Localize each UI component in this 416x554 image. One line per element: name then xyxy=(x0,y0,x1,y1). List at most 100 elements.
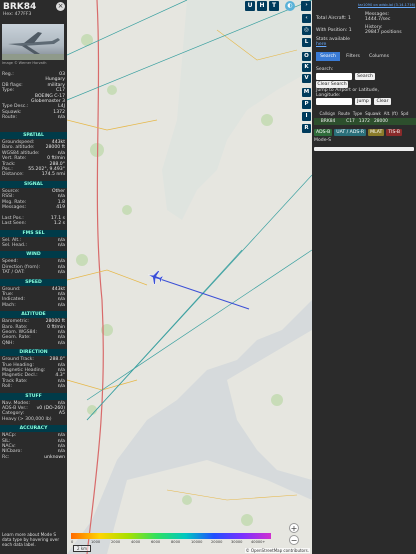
map-view[interactable]: U H T ◐ ◂▸ 01000200040006000800010000200… xyxy=(67,0,312,554)
aircraft-details: Reg.: 03 Hungary DB flags: military Type: C17 B… xyxy=(2,72,65,121)
zoom-out-button[interactable]: − xyxy=(289,535,299,545)
table-cell: 28000 xyxy=(373,119,388,124)
table-cell xyxy=(339,118,346,125)
column-header[interactable]: Type xyxy=(353,111,365,118)
section-rows: Nav. Modes: n/a ADS-B Ver.: v0 (DO-260) Cate… xyxy=(2,401,65,423)
chevron-right-icon[interactable]: › xyxy=(302,1,311,10)
section-header[interactable]: ALTITUDE xyxy=(0,311,67,319)
map-canvas[interactable] xyxy=(67,0,312,554)
colorbar-label: 30000 xyxy=(231,540,243,544)
map-button-h[interactable]: H xyxy=(257,1,267,11)
section-rows: Sel. Alt.: n/a Sel. Head.: n/a xyxy=(2,238,65,249)
altitude-colorbar xyxy=(71,533,271,539)
layers-icon[interactable]: ◐ xyxy=(285,1,295,11)
aircraft-photo[interactable] xyxy=(2,24,64,60)
clear-button[interactable]: Clear xyxy=(374,98,391,105)
colorbar-label: 6000 xyxy=(151,540,161,544)
column-header[interactable]: Squawk xyxy=(365,111,384,118)
map-button-i[interactable]: I xyxy=(302,112,311,121)
hex-code: Hex: 477FF3 xyxy=(3,12,32,17)
colorbar-label: 8000 xyxy=(171,540,181,544)
section-row: Rc: unknown xyxy=(2,455,65,460)
field-value: n/a xyxy=(57,270,65,276)
zoom-in-button[interactable]: + xyxy=(289,523,299,533)
section-header[interactable]: DIRECTION xyxy=(0,349,67,357)
map-button-p[interactable]: P xyxy=(302,100,311,109)
map-attribution[interactable]: © OpenStreetMap contributors. xyxy=(244,548,310,553)
stats-link[interactable]: here xyxy=(316,42,350,47)
field-label: QNH: xyxy=(2,340,15,346)
map-button-u[interactable]: U xyxy=(245,1,255,11)
section-row: Distance: 174.5 nmi xyxy=(2,172,65,177)
field-label: Heavy (> 300,000 lb) xyxy=(2,416,52,422)
colorbar-label: 0 xyxy=(71,540,74,544)
column-header[interactable]: Alt. (ft) xyxy=(384,111,401,118)
close-icon[interactable]: × xyxy=(56,2,65,11)
table-cell xyxy=(392,118,399,125)
messages: Messages: 1444.7/sec xyxy=(365,12,390,22)
section-header[interactable]: SIGNAL xyxy=(0,180,67,188)
section-header[interactable]: SPATIAL xyxy=(0,132,67,139)
jump-button[interactable]: Jump xyxy=(355,98,371,105)
colorbar-label: 4000 xyxy=(131,540,141,544)
clear-search-button[interactable]: Clear Search xyxy=(316,81,348,88)
chevron-left-icon[interactable]: ‹ xyxy=(302,14,311,23)
map-button-o[interactable]: O xyxy=(302,52,311,61)
with-positions-value: 1 xyxy=(348,28,352,33)
tab-filters[interactable]: Filters xyxy=(342,52,364,61)
settings-icon[interactable]: ◎ xyxy=(302,26,311,35)
search-input[interactable] xyxy=(316,73,352,80)
horizontal-scrollbar[interactable] xyxy=(314,147,414,151)
table-cell: C17 xyxy=(346,119,355,124)
table-cell xyxy=(314,118,321,125)
map-button-l[interactable]: L xyxy=(302,38,311,47)
section-header[interactable]: STUFF xyxy=(0,392,67,400)
tab-columns[interactable]: Columns xyxy=(366,52,392,61)
section-header[interactable]: ACCURACY xyxy=(0,425,67,433)
section-header[interactable]: FMS SEL xyxy=(0,229,67,237)
field-value: A5 xyxy=(58,411,65,417)
map-button-t[interactable]: T xyxy=(269,1,279,11)
section-header[interactable]: WIND xyxy=(0,251,67,259)
field-label: Sel. Head.: xyxy=(2,242,27,248)
field-value: n/a xyxy=(57,340,65,346)
aircraft-info-panel: BRK84 Hex: 477FF3 × Image © Werner Horva… xyxy=(0,0,67,554)
messages-rate: 1444.7/sec xyxy=(365,17,391,22)
jump-input[interactable] xyxy=(316,98,352,105)
section-row: QNH: n/a xyxy=(2,341,65,346)
photo-credit: Image © Werner Horvath xyxy=(2,61,47,65)
badge-tisb: TIS-B xyxy=(386,129,403,136)
search-label: Search: xyxy=(316,67,334,72)
stats: Stats available here xyxy=(316,37,350,47)
map-button-m[interactable]: M xyxy=(302,88,311,97)
section-row: Roll: n/a xyxy=(2,384,65,389)
column-header[interactable]: Callsign xyxy=(320,111,339,118)
section-header[interactable]: SPEED xyxy=(0,278,67,286)
tab-search[interactable]: Search xyxy=(316,52,340,61)
field-label: Mach: xyxy=(2,302,16,308)
with-positions-label: With Position: xyxy=(316,28,348,33)
column-header[interactable]: Route xyxy=(338,111,353,118)
map-button-v[interactable]: V xyxy=(302,74,311,83)
colorbar-label: 40000+ xyxy=(251,540,266,544)
search-button[interactable]: Search xyxy=(355,73,375,80)
total-aircraft-value: 1 xyxy=(347,16,351,21)
source-badges: ADS-B UAT / ADS-R MLAT TIS-B xyxy=(314,129,403,136)
version-link[interactable]: tar1090 on adsb.lol (3.14.1716) xyxy=(358,3,415,7)
badge-adsb: ADS-B xyxy=(314,129,333,136)
field-label: Last Seen: xyxy=(2,221,27,227)
table-row[interactable]: BRK84 C17 1372 28000 xyxy=(314,118,416,125)
field-value: 1.2 s xyxy=(53,221,65,227)
section-rows: Groundspeed: 443kt Baro. altitude: 28000 ft… xyxy=(2,140,65,178)
jump-label: Jump to Airport or Latitude, Longitude: xyxy=(316,88,379,98)
section-rows: Source: Other RSSI: n/a Msg. Rate: 1.8 Message… xyxy=(2,189,65,227)
map-scale: 2 km xyxy=(73,545,92,552)
section-row: Mach: n/a xyxy=(2,303,65,308)
map-button-k[interactable]: K xyxy=(302,63,311,72)
colorbar-label: 1000 xyxy=(91,540,101,544)
column-header[interactable]: Spd xyxy=(401,111,412,118)
section-row: Sel. Head.: n/a xyxy=(2,243,65,248)
section-row: Last Seen: 1.2 s xyxy=(2,221,65,226)
map-button-r[interactable]: R xyxy=(302,124,311,133)
badge-uat: UAT / ADS-R xyxy=(334,129,367,136)
